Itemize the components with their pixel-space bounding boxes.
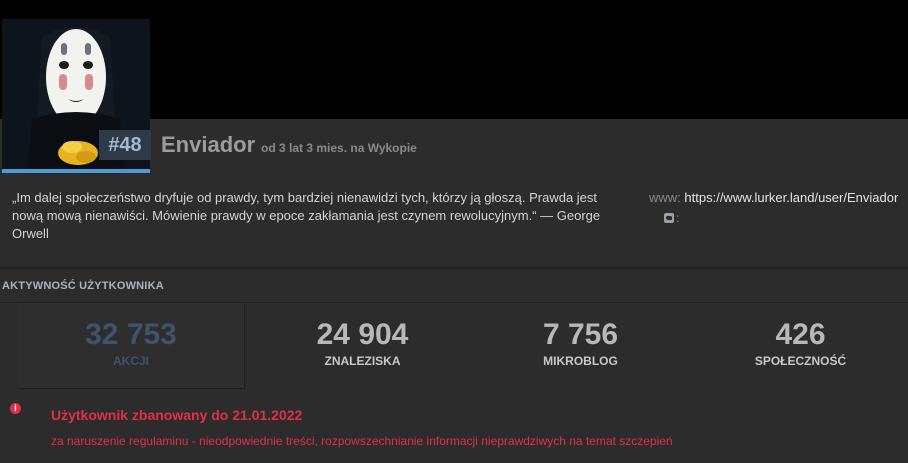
stat-label: MIKROBLOG	[543, 354, 618, 368]
stat-value: 32 753	[85, 318, 177, 351]
stat-community[interactable]: 426 SPOŁECZNOŚĆ	[687, 303, 908, 389]
stat-microblog[interactable]: 7 756 MIKROBLOG	[467, 303, 694, 389]
rank-badge: #48	[99, 130, 151, 160]
ban-notice	[0, 390, 908, 463]
ban-reason: za naruszenie regulaminu - nieodpowiedni…	[51, 434, 673, 448]
info-icon: i	[10, 403, 21, 414]
stat-label: SPOŁECZNOŚĆ	[754, 354, 847, 368]
twitter-row: :	[664, 211, 679, 225]
stat-value: 426	[775, 318, 826, 351]
ban-title: Użytkownik zbanowany do 21.01.2022	[51, 407, 303, 423]
stat-value: 24 904	[316, 318, 409, 351]
twitter-icon[interactable]	[664, 213, 674, 223]
website-row: www: https://www.lurker.land/user/Enviad…	[649, 190, 898, 205]
username[interactable]: Enviador	[161, 132, 255, 158]
twitter-handle: :	[676, 211, 680, 225]
stat-value: 7 756	[542, 318, 619, 351]
member-since: od 3 lat 3 mies. na Wykopie	[261, 141, 417, 155]
stat-actions[interactable]: 32 753 AKCJI	[18, 303, 245, 389]
user-bio: „Im dalej społeczeństwo dryfuje od prawd…	[12, 190, 601, 241]
website-label: www:	[649, 190, 681, 205]
activity-heading: AKTYWNOŚĆ UŻYTKOWNIKA	[2, 280, 164, 292]
stat-label: ZNALEZISKA	[324, 354, 401, 368]
stat-label: AKCJI	[112, 354, 149, 368]
stat-links[interactable]: 24 904 ZNALEZISKA	[249, 303, 476, 389]
avatar-accent-bar	[2, 169, 150, 173]
website-link[interactable]: https://www.lurker.land/user/Enviador	[684, 190, 898, 205]
divider	[0, 267, 908, 269]
